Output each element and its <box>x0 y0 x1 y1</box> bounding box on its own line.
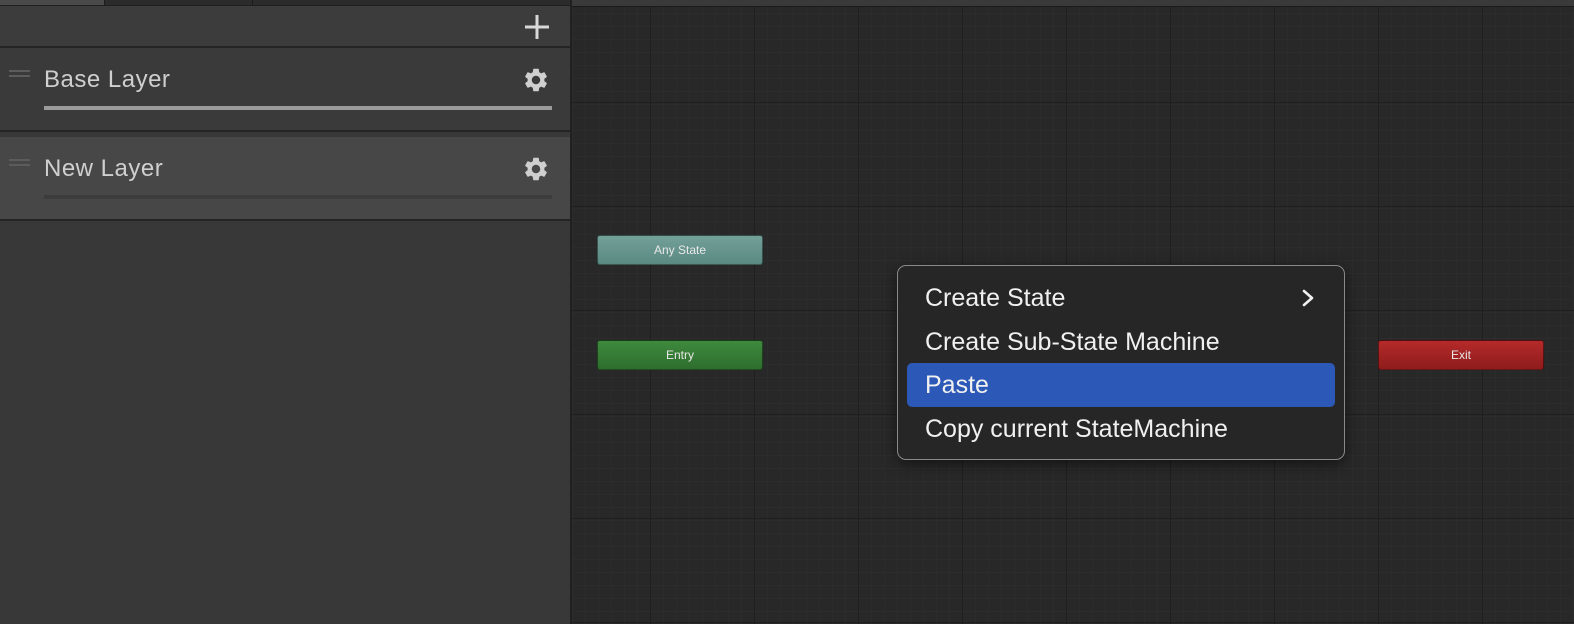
layer-name: Base Layer <box>44 66 171 93</box>
layers-toolbar <box>0 6 570 48</box>
menu-item-copy-current-statemachine[interactable]: Copy current StateMachine <box>907 407 1335 451</box>
animator-window: Base Layer New Layer Any State Entry Exi… <box>0 0 1574 624</box>
tab-layers[interactable] <box>0 0 105 5</box>
plus-icon <box>525 15 549 39</box>
layer-name: New Layer <box>44 155 164 182</box>
layer-settings-button[interactable] <box>522 155 550 183</box>
menu-item-label: Copy current StateMachine <box>925 415 1228 443</box>
layer-row-new-layer[interactable]: New Layer <box>0 137 570 221</box>
node-label: Entry <box>665 348 694 362</box>
layer-row-base-layer[interactable]: Base Layer <box>0 48 570 132</box>
menu-item-create-state[interactable]: Create State <box>907 276 1335 320</box>
gear-icon <box>525 157 547 181</box>
drag-handle-icon[interactable] <box>9 70 30 78</box>
menu-item-label: Create Sub-State Machine <box>925 328 1220 356</box>
menu-item-label: Paste <box>925 371 989 399</box>
gear-icon <box>525 68 547 92</box>
layer-weight-fill <box>44 106 552 110</box>
node-label: Exit <box>1450 348 1471 362</box>
chevron-right-icon <box>1299 289 1317 307</box>
any-state-node[interactable]: Any State <box>597 235 763 265</box>
menu-item-create-sub-state-machine[interactable]: Create Sub-State Machine <box>907 320 1335 364</box>
layer-weight-bar <box>44 195 552 199</box>
exit-node[interactable]: Exit <box>1378 340 1544 370</box>
menu-item-label: Create State <box>925 284 1066 312</box>
tab-parameters[interactable] <box>105 0 253 5</box>
menu-item-paste[interactable]: Paste <box>907 363 1335 407</box>
add-layer-button[interactable] <box>522 12 552 42</box>
context-menu: Create State Create Sub-State Machine Pa… <box>897 265 1345 460</box>
drag-handle-icon[interactable] <box>9 159 30 167</box>
layers-panel: Base Layer New Layer <box>0 0 572 624</box>
layer-weight-bar <box>44 106 552 110</box>
node-label: Any State <box>653 243 707 257</box>
layer-settings-button[interactable] <box>522 66 550 94</box>
entry-node[interactable]: Entry <box>597 340 763 370</box>
graph-breadcrumb-bar <box>572 0 1574 7</box>
